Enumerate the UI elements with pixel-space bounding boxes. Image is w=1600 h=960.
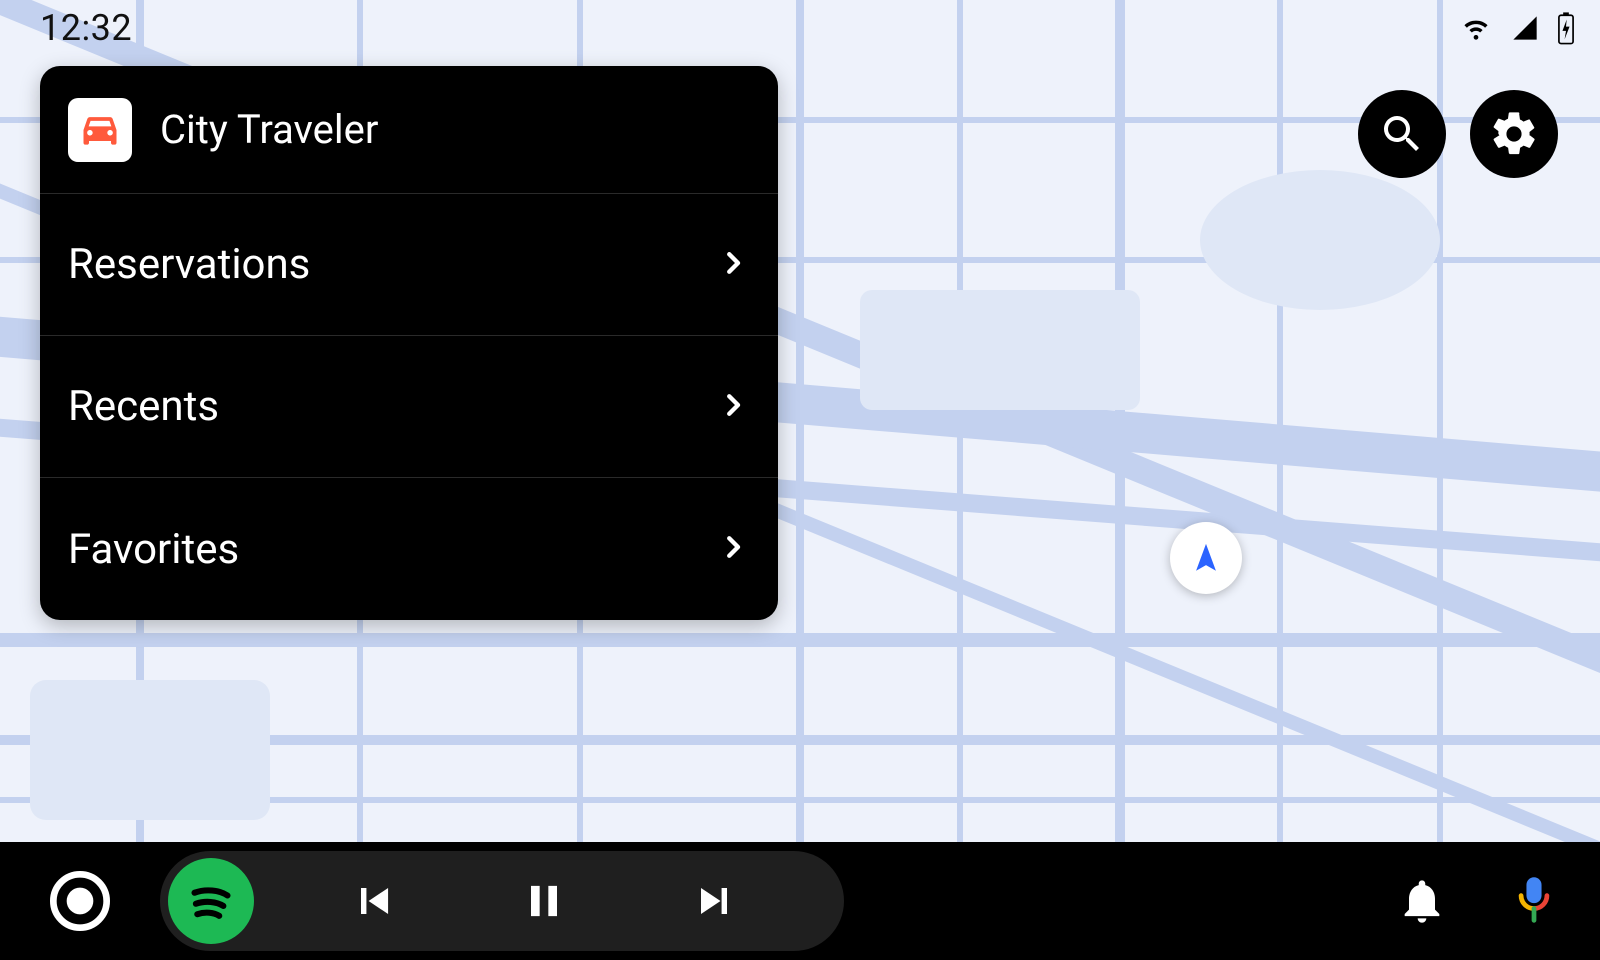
panel-title: City Traveler — [160, 106, 378, 153]
media-controls — [160, 851, 844, 951]
current-location-marker — [1170, 522, 1242, 594]
navigation-arrow-icon — [1189, 541, 1223, 575]
skip-previous-icon — [348, 875, 400, 927]
menu-item-label: Reservations — [68, 240, 310, 289]
play-pause-button[interactable] — [464, 856, 624, 946]
side-panel: City Traveler Reservations Recents Favor… — [40, 66, 778, 620]
google-mic-icon — [1508, 873, 1560, 929]
circle-icon — [48, 869, 112, 933]
bottom-bar-right — [1396, 873, 1560, 929]
notifications-button[interactable] — [1396, 875, 1448, 927]
media-app-button[interactable] — [168, 858, 254, 944]
menu-item-label: Favorites — [68, 525, 239, 574]
gear-icon — [1488, 108, 1540, 160]
chevron-right-icon — [718, 390, 748, 424]
voice-assistant-button[interactable] — [1508, 873, 1560, 929]
floating-action-row — [1358, 90, 1558, 178]
spotify-icon — [178, 868, 244, 934]
panel-header: City Traveler — [40, 66, 778, 194]
previous-track-button[interactable] — [294, 856, 454, 946]
menu-item-reservations[interactable]: Reservations — [40, 194, 778, 336]
bell-icon — [1396, 875, 1448, 927]
menu-item-label: Recents — [68, 382, 219, 431]
status-icons — [1458, 11, 1576, 45]
status-bar: 12:32 — [0, 0, 1600, 56]
menu-item-favorites[interactable]: Favorites — [40, 478, 778, 620]
next-track-button[interactable] — [634, 856, 794, 946]
search-icon — [1378, 110, 1426, 158]
home-button[interactable] — [40, 861, 120, 941]
menu-item-recents[interactable]: Recents — [40, 336, 778, 478]
car-icon — [78, 108, 122, 152]
chevron-right-icon — [718, 248, 748, 282]
pause-icon — [518, 875, 570, 927]
chevron-right-icon — [718, 532, 748, 566]
cellular-signal-icon — [1508, 14, 1542, 42]
skip-next-icon — [688, 875, 740, 927]
bottom-bar — [0, 842, 1600, 960]
battery-charging-icon — [1556, 11, 1576, 45]
search-button[interactable] — [1358, 90, 1446, 178]
wifi-icon — [1458, 14, 1494, 42]
settings-button[interactable] — [1470, 90, 1558, 178]
status-time: 12:32 — [40, 7, 132, 49]
app-icon — [68, 98, 132, 162]
screen-root: 12:32 City Trav — [0, 0, 1600, 960]
